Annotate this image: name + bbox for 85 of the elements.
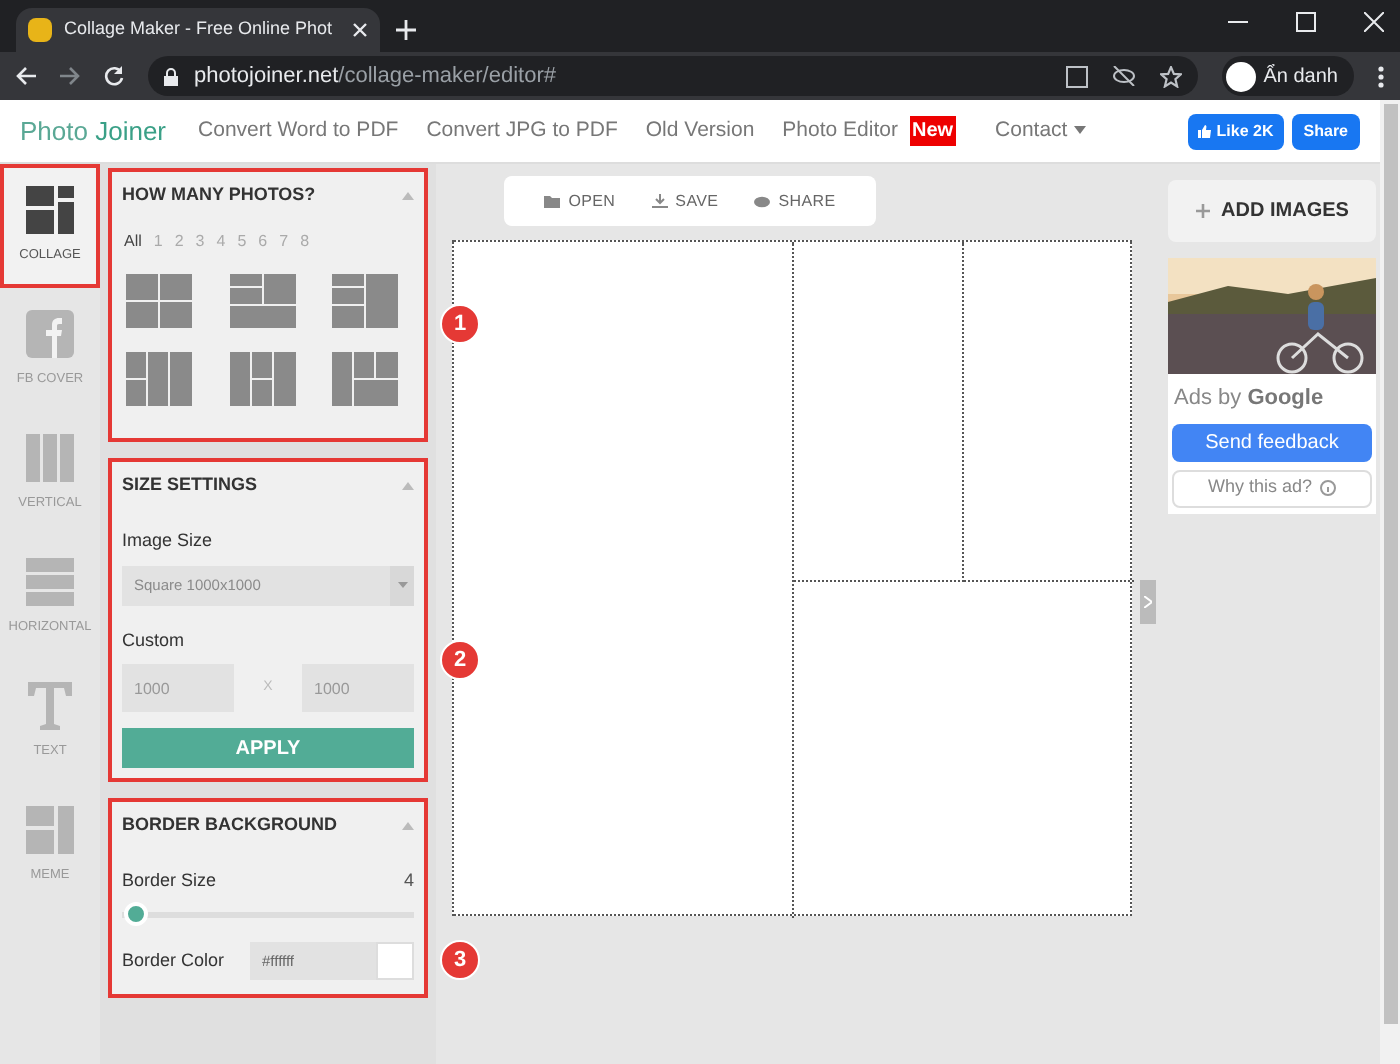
scrollbar[interactable] [1380,100,1400,1064]
browser-tab[interactable]: Collage Maker - Free Online Phot [16,8,381,52]
layout-thumbnail[interactable] [332,351,399,405]
step-marker: 3 [440,940,480,980]
why-this-ad-button[interactable]: Why this ad? [1172,469,1372,507]
height-field[interactable]: 1000 [302,664,414,713]
folder-icon [544,195,561,207]
collapse-icon[interactable] [402,821,414,830]
forward-icon[interactable] [60,66,80,86]
nav-link[interactable]: Convert Word to PDF [198,115,399,147]
feedback-button[interactable]: Send feedback [1172,423,1372,461]
facebook-icon [26,310,74,359]
nav-link[interactable]: Photo Editor [782,115,898,147]
caret-icon [1073,125,1086,134]
toolbar-button[interactable]: SAVE [651,189,719,213]
close-icon[interactable] [352,22,369,38]
ads-label: Ads by Google [1172,384,1326,414]
step-marker: 1 [440,304,480,344]
layout-thumbnail[interactable] [126,351,192,405]
count-tab[interactable]: 3 [195,229,205,253]
count-tab[interactable]: 4 [216,229,226,253]
expand-handle[interactable] [1140,580,1156,624]
section-title: SIZE SETTINGS [122,472,258,498]
field-label: Custom [122,627,187,654]
width-field[interactable]: 1000 [122,664,234,713]
count-tab[interactable]: 1 [153,229,163,253]
share-button[interactable]: Share [1291,113,1360,149]
nav-link[interactable]: Old Version [645,115,755,147]
lock-icon [164,67,178,85]
layout-thumbnail[interactable] [229,273,296,327]
avatar-icon [1225,61,1256,91]
thumbs-up-icon [1198,124,1213,138]
columns-icon [26,434,74,483]
count-tab[interactable]: 2 [174,229,184,253]
back-icon[interactable] [16,66,36,86]
plus-icon [1195,204,1210,218]
count-tab[interactable]: 8 [300,229,310,253]
slider-thumb[interactable] [123,902,148,926]
profile-button[interactable]: Ẩn danh [1221,56,1354,96]
nav-link[interactable]: Convert JPG to PDF [426,115,618,147]
count-tab[interactable]: 5 [237,229,247,253]
favicon-icon [28,18,52,42]
meme-icon [26,806,74,855]
collage-icon [26,186,74,235]
reload-icon[interactable] [104,66,124,86]
border-size-value: 4 [403,867,414,893]
toolbar-button[interactable]: SHARE [754,189,836,213]
count-tab[interactable]: 6 [258,229,268,253]
count-tab[interactable]: 7 [279,229,289,253]
layout-thumbnail[interactable] [229,351,296,405]
caret-icon [397,582,407,589]
new-badge: New [909,116,956,146]
section-title: HOW MANY PHOTOS? [122,182,316,208]
section-title: BORDER BACKGROUND [122,812,337,838]
apply-button[interactable]: APPLY [122,728,414,768]
close-icon[interactable] [1364,12,1384,32]
site-logo[interactable]: Photo Joiner [20,111,167,151]
color-swatch[interactable] [376,942,414,980]
collapse-icon[interactable] [402,191,414,200]
border-size-slider[interactable] [122,902,414,926]
maximize-icon[interactable] [1296,12,1316,32]
menu-icon[interactable] [1378,65,1384,87]
field-label: Border Color [122,947,227,974]
star-icon[interactable] [1159,65,1182,87]
collapse-icon[interactable] [402,481,414,490]
url-text: photojoiner.net/collage-maker/editor# [194,61,557,92]
download-icon [651,194,668,208]
field-label: Image Size [122,527,215,554]
layout-thumbnail[interactable] [126,273,192,327]
like-button[interactable]: Like 2K [1188,113,1284,149]
new-tab-icon[interactable] [396,20,417,40]
toolbar-button[interactable]: OPEN [544,189,616,213]
info-icon [1320,480,1337,496]
chevron-right-icon [1144,596,1152,608]
step-marker: 2 [440,640,480,680]
text-icon [28,682,72,731]
field-label: Border Size [122,867,217,893]
layout-thumbnail[interactable] [332,273,399,327]
eye-slash-icon[interactable] [1111,66,1136,86]
add-images-button[interactable]: ADD IMAGES [1168,180,1376,242]
tab-title: Collage Maker - Free Online Phot [64,16,333,43]
count-tab[interactable]: All [124,229,142,253]
nav-link[interactable]: Contact [995,115,1086,147]
rows-icon [26,558,74,607]
address-field[interactable]: photojoiner.net/collage-maker/editor# [148,56,1198,96]
